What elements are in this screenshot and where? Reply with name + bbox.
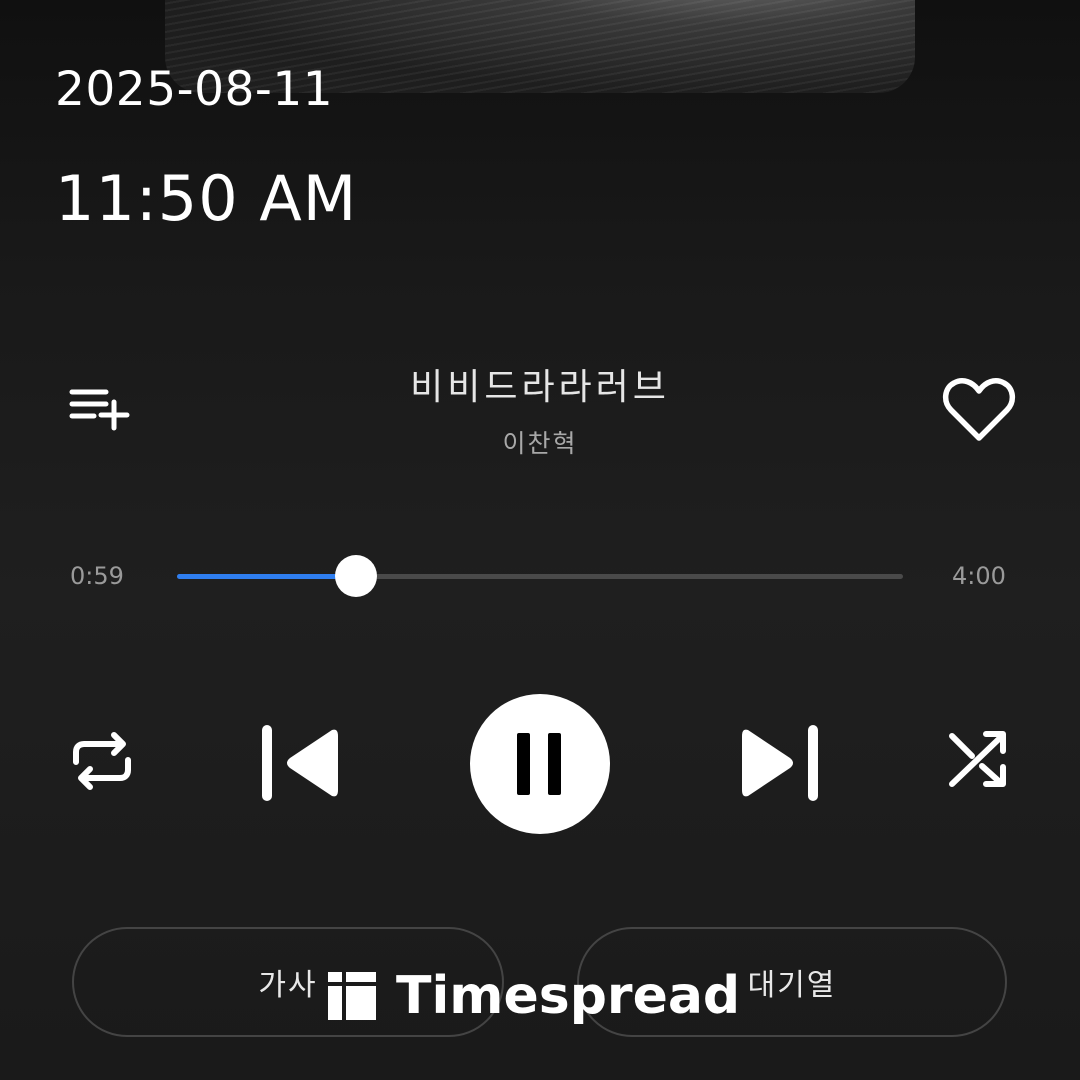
watermark: Timespread (328, 966, 740, 1026)
seek-bar-thumb[interactable] (334, 555, 377, 597)
total-duration: 4:00 (952, 562, 1006, 590)
clock-display: 11:50 AM (55, 162, 358, 235)
repeat-button[interactable] (66, 728, 138, 794)
song-title: 비비드라라러브 (410, 367, 670, 408)
previous-track-button[interactable] (250, 720, 350, 806)
queue-button-label: 대기열 (747, 968, 837, 1003)
seek-bar-progress (177, 574, 356, 579)
date-display: 2025-08-11 (55, 62, 334, 117)
skip-next-icon (742, 725, 818, 801)
watermark-text: Timespread (396, 966, 741, 1026)
next-track-button[interactable] (730, 720, 830, 806)
heart-outline-icon (943, 378, 1015, 441)
pause-button[interactable] (470, 694, 610, 834)
skip-previous-icon (262, 725, 338, 801)
shuffle-button[interactable] (942, 726, 1014, 792)
pause-icon (517, 733, 561, 795)
elapsed-time: 0:59 (70, 562, 124, 590)
shuffle-icon (949, 731, 1006, 787)
like-button[interactable] (938, 372, 1020, 448)
lyrics-button-label: 가사 (258, 968, 318, 1003)
now-playing-screen: 2025-08-11 11:50 AM 비비드라라러브 이찬혁 0:59 4:0… (0, 0, 1080, 1080)
song-artist[interactable]: 이찬혁 (340, 424, 740, 460)
add-to-playlist-button[interactable] (66, 378, 136, 438)
seek-bar[interactable] (177, 555, 903, 597)
timespread-logo-icon (328, 972, 376, 1020)
playlist-add-icon (69, 389, 130, 431)
repeat-icon (73, 732, 131, 790)
